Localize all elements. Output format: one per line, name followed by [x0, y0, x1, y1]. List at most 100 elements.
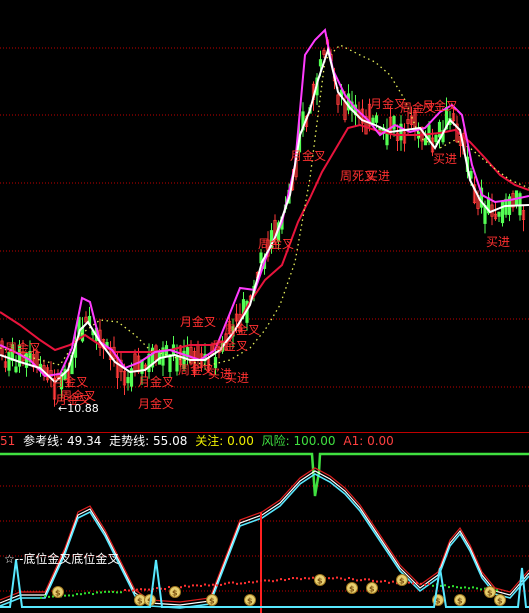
- dot-marker: [44, 594, 46, 597]
- indicator-legend: ☆--底位金叉底位金叉: [4, 551, 119, 566]
- indicator-white-line: [0, 470, 529, 606]
- dot-marker: [64, 594, 66, 597]
- money-bag-icon: $: [366, 582, 378, 594]
- signal-annotation: 月金叉: [422, 98, 458, 113]
- dot-marker: [444, 584, 446, 587]
- dot-marker: [116, 591, 118, 594]
- svg-text:$: $: [172, 589, 178, 598]
- dot-marker: [372, 579, 374, 582]
- dot-marker: [144, 588, 146, 591]
- dot-marker: [428, 582, 430, 585]
- dot-marker: [236, 582, 238, 585]
- dot-marker: [304, 577, 306, 580]
- dot-marker: [496, 589, 498, 592]
- dot-marker: [224, 582, 226, 585]
- low-price-label: ←10.88: [58, 402, 99, 415]
- dot-marker: [76, 593, 78, 596]
- dot-marker: [268, 579, 270, 582]
- chart-stage: 月金叉月金叉周金叉月金叉周死叉买进月金叉周金叉周金叉买进周金叉月金叉周金叉买进月…: [0, 27, 529, 613]
- dot-marker: [204, 583, 206, 586]
- dot-marker: [108, 590, 110, 593]
- dot-marker: [360, 579, 362, 582]
- dot-marker: [188, 585, 190, 588]
- money-bag-icon: $: [134, 594, 146, 606]
- dot-marker: [288, 577, 290, 580]
- dot-marker: [308, 577, 310, 580]
- signal-annotation: 月金叉: [52, 374, 88, 389]
- svg-text:$: $: [487, 589, 493, 598]
- signal-annotation: 月金叉: [138, 374, 174, 389]
- dot-marker: [200, 584, 202, 587]
- dot-marker: [380, 580, 382, 583]
- money-bag-icon: $: [396, 574, 408, 586]
- focus-readout: 关注: 0.00: [195, 434, 254, 448]
- indicator-grid: [0, 485, 529, 592]
- dot-marker: [340, 577, 342, 580]
- dot-marker: [180, 586, 182, 589]
- candle-body: [126, 377, 130, 384]
- svg-text:$: $: [399, 577, 405, 586]
- money-bag-icon: $: [169, 586, 181, 598]
- dot-marker: [376, 580, 378, 583]
- dot-marker: [468, 587, 470, 590]
- ref-line-readout: 参考线: 49.34: [23, 434, 102, 448]
- signal-annotation: 买进: [486, 235, 510, 249]
- candle-body: [500, 201, 505, 224]
- signal-annotations: 月金叉月金叉周金叉月金叉周死叉买进月金叉周金叉周金叉买进周金叉月金叉周金叉买进月…: [5, 96, 510, 411]
- dot-marker: [96, 591, 98, 594]
- dot-marker: [232, 581, 234, 584]
- dot-marker: [68, 594, 70, 597]
- money-bag-icon: $: [52, 586, 64, 598]
- dot-marker: [368, 578, 370, 581]
- dot-marker: [408, 581, 410, 584]
- candle-body: [24, 353, 29, 368]
- signal-annotation: 周金叉: [258, 236, 294, 251]
- dot-marker: [212, 583, 214, 586]
- dot-marker: [216, 584, 218, 587]
- dot-marker: [412, 582, 414, 585]
- dot-marker: [328, 577, 330, 580]
- trend-line-readout: 走势线: 55.08: [109, 434, 188, 448]
- dot-marker: [392, 580, 394, 583]
- indicator-info-bar: 51 参考线: 49.34 走势线: 55.08 关注: 0.00 风险: 10…: [0, 433, 529, 449]
- dot-marker: [432, 584, 434, 587]
- candle-body: [497, 211, 501, 217]
- dot-marker: [424, 583, 426, 586]
- dot-marker: [208, 584, 210, 587]
- svg-text:$: $: [349, 585, 355, 594]
- svg-text:$: $: [55, 589, 61, 598]
- dot-marker: [248, 580, 250, 583]
- dot-marker: [336, 576, 338, 579]
- risk-readout: 风险: 100.00: [261, 434, 336, 448]
- money-bag-icon: $: [484, 586, 496, 598]
- candle-body: [434, 134, 438, 142]
- dot-marker: [456, 586, 458, 589]
- dot-marker: [100, 591, 102, 594]
- dot-marker: [300, 578, 302, 581]
- signal-annotation: 月金叉: [138, 396, 174, 411]
- dot-marker: [120, 591, 122, 594]
- dot-marker: [80, 593, 82, 596]
- dot-marker: [312, 576, 314, 579]
- money-bag-icon: $: [346, 582, 358, 594]
- svg-text:$: $: [209, 597, 215, 606]
- red-green-dots: [40, 576, 498, 599]
- money-bag-icon: $: [454, 594, 466, 606]
- dot-marker: [448, 586, 450, 589]
- dot-marker: [192, 584, 194, 587]
- dot-marker: [356, 579, 358, 582]
- dot-marker: [88, 591, 90, 594]
- dot-marker: [420, 582, 422, 585]
- dot-marker: [284, 579, 286, 582]
- candle-body: [318, 59, 323, 67]
- svg-text:$: $: [369, 585, 375, 594]
- dot-marker: [168, 586, 170, 589]
- signal-annotation: 买进: [433, 152, 457, 166]
- dot-marker: [260, 579, 262, 582]
- dot-marker: [416, 581, 418, 584]
- dot-marker: [472, 586, 474, 589]
- dot-marker: [480, 588, 482, 591]
- info-prefix: 51: [0, 434, 16, 448]
- dot-marker: [156, 587, 158, 590]
- signal-annotation: 买进: [225, 371, 249, 385]
